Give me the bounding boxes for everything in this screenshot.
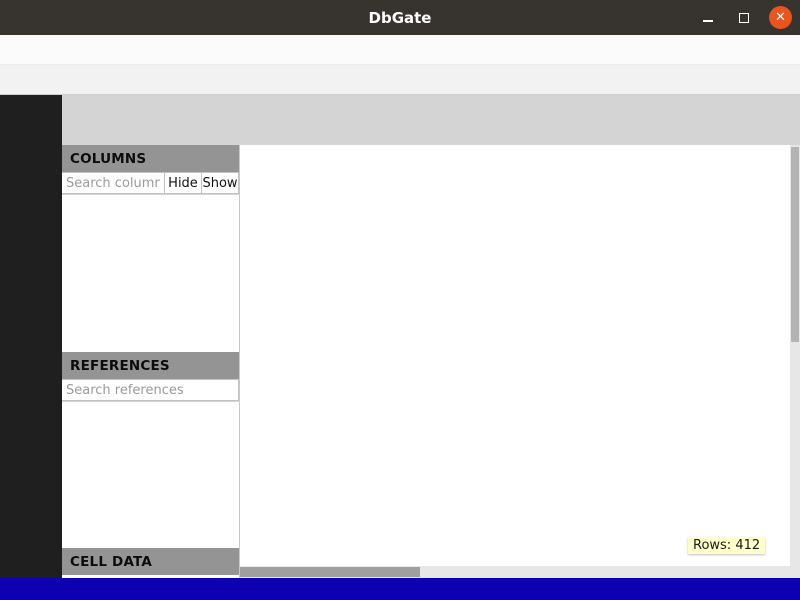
close-button[interactable]: ✕ <box>769 6 792 29</box>
left-panel: COLUMNS Hide Show REFERENCES CELL DATA <box>62 145 240 578</box>
window-controls: ✕ <box>697 0 792 35</box>
references-panel-header: REFERENCES <box>62 352 239 379</box>
show-button[interactable]: Show <box>202 172 239 194</box>
toolbar <box>0 65 800 95</box>
cell-data-panel-header: CELL DATA <box>62 548 239 575</box>
maximize-button[interactable] <box>733 7 755 29</box>
icon-sidebar <box>0 95 62 578</box>
tab-row <box>62 112 800 145</box>
vertical-scrollbar-thumb[interactable] <box>791 147 799 342</box>
references-body <box>62 402 239 404</box>
tab-group-row <box>62 95 800 112</box>
grid-filter-row <box>240 168 800 190</box>
horizontal-scrollbar-thumb[interactable] <box>240 567 420 577</box>
hide-button[interactable]: Hide <box>165 172 202 194</box>
vertical-scrollbar[interactable] <box>790 145 800 566</box>
tab-strip <box>62 95 800 145</box>
dbgate-window: DbGate ✕ COLUMNS Hide Show REFERENCES CE… <box>0 0 800 600</box>
columns-panel-header: COLUMNS <box>62 145 239 172</box>
columns-list <box>62 195 239 352</box>
references-search-input[interactable] <box>62 379 239 401</box>
window-title: DbGate <box>369 9 432 27</box>
menu-bar <box>0 35 800 65</box>
references-search-row <box>62 379 239 402</box>
columns-search-row: Hide Show <box>62 172 239 195</box>
rows-count-badge: Rows: 412 <box>688 537 765 554</box>
columns-search-input[interactable] <box>62 172 165 194</box>
status-bar <box>0 578 800 600</box>
grid-header-row <box>240 145 800 168</box>
grid-rows <box>240 190 790 566</box>
horizontal-scrollbar[interactable] <box>240 566 800 578</box>
minimize-button[interactable] <box>697 7 719 29</box>
title-bar: DbGate ✕ <box>0 0 800 35</box>
data-grid: Rows: 412 <box>240 145 800 578</box>
